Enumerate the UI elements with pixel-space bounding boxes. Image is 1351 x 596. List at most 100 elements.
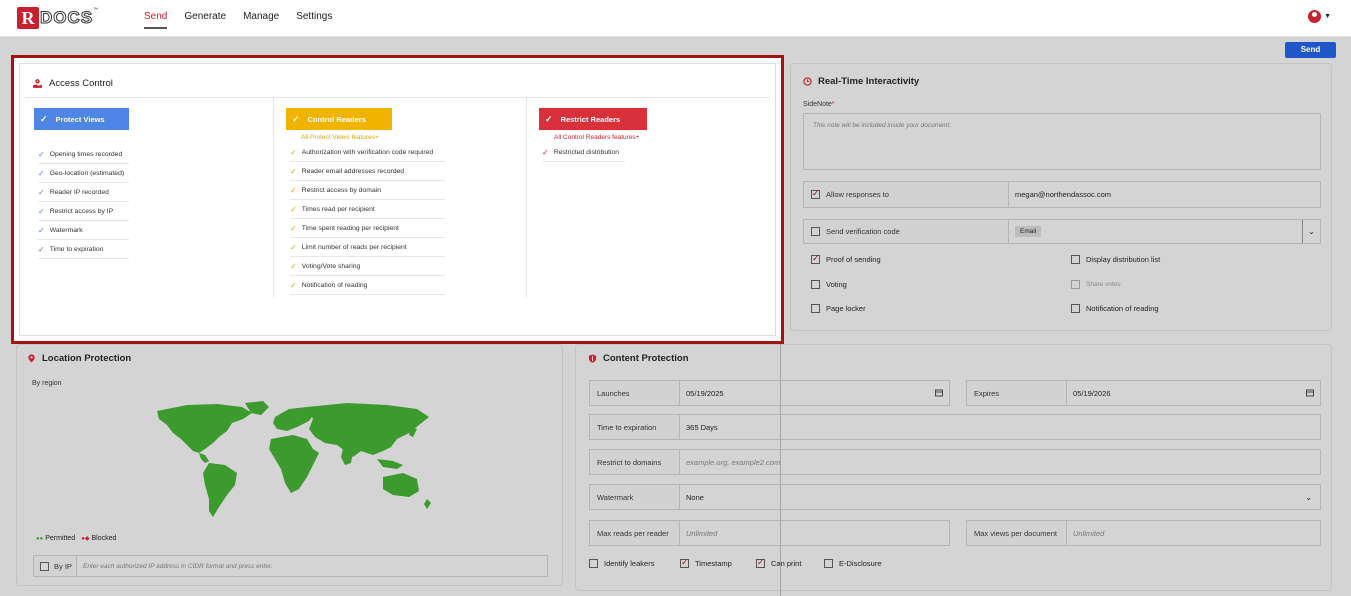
- south-america-region: [203, 463, 237, 517]
- sidenote-label: SideNote*: [803, 101, 835, 108]
- world-map[interactable]: [147, 399, 437, 527]
- tier-control-readers-label: Control Readers: [307, 114, 366, 124]
- tier-protect-views[interactable]: ✓ Protect Views: [34, 108, 129, 130]
- display-distribution-option[interactable]: Display distribution list: [1071, 255, 1160, 264]
- verification-label-cell: Send verification code: [804, 220, 1009, 243]
- notification-of-reading-checkbox[interactable]: [1071, 304, 1080, 313]
- feature-item: ✓ Geo-location (estimated): [38, 164, 129, 183]
- hand-key-icon: [33, 79, 42, 88]
- expires-label: Expires: [967, 381, 1067, 405]
- timestamp-option[interactable]: Timestamp: [680, 557, 732, 568]
- page-locker-option[interactable]: Page locker: [811, 304, 866, 313]
- proof-of-sending-option[interactable]: Proof of sending: [811, 253, 881, 264]
- max-reads-input[interactable]: Unlimited: [680, 521, 949, 545]
- feature-label: Opening times recorded: [49, 150, 123, 158]
- nav-manage[interactable]: Manage: [243, 11, 279, 29]
- tier-control-readers[interactable]: ✓ Control Readers: [286, 108, 392, 130]
- feature-label: Restrict access by domain: [301, 186, 382, 194]
- by-ip-checkbox[interactable]: [40, 561, 49, 571]
- nav-settings[interactable]: Settings: [296, 11, 332, 29]
- verification-checkbox[interactable]: [811, 227, 820, 236]
- voting-option[interactable]: Voting: [811, 280, 847, 289]
- notification-of-reading-option[interactable]: Notification of reading: [1071, 304, 1159, 313]
- feature-label: Notification of reading: [301, 281, 368, 289]
- rdocs-logo[interactable]: R DOCS ™: [17, 7, 98, 29]
- calendar-icon[interactable]: [935, 389, 943, 397]
- can-print-label: Can print: [771, 559, 802, 568]
- expires-input[interactable]: 05/19/2026: [1067, 381, 1320, 405]
- identify-leakers-checkbox[interactable]: [589, 559, 598, 568]
- nav-send[interactable]: Send: [144, 11, 168, 29]
- watermark-value: None: [686, 492, 704, 502]
- caret-down-icon: ▼: [1324, 13, 1331, 20]
- can-print-option[interactable]: Can print: [756, 557, 802, 568]
- watermark-field: Watermark None ⌄: [589, 484, 1321, 510]
- e-disclosure-option[interactable]: E-Disclosure: [824, 559, 882, 568]
- can-print-checkbox[interactable]: [756, 557, 765, 568]
- permitted-swatch-icon: ●●: [36, 535, 44, 542]
- watermark-select[interactable]: None ⌄: [680, 485, 1320, 509]
- by-region-label: By region: [32, 380, 62, 387]
- feature-item: ✓ Time spent reading per recipient: [290, 219, 445, 238]
- feature-item: ✓ Restrict access by domain: [290, 181, 445, 200]
- allow-responses-checkbox[interactable]: [811, 188, 820, 199]
- map-pin-icon: [28, 354, 35, 363]
- tier-control-readers-subtitle: All Protect Views features+: [301, 134, 379, 141]
- voting-label: Voting: [826, 280, 847, 289]
- feature-label: Time spent reading per recipient: [301, 224, 399, 232]
- send-button[interactable]: Send: [1285, 42, 1336, 58]
- allow-responses-input[interactable]: megan@northendassoc.com: [1009, 182, 1320, 207]
- max-views-input[interactable]: Unlimited: [1067, 521, 1320, 545]
- launches-label: Launches: [590, 381, 680, 405]
- verification-field: Send verification code Email ⌄: [803, 219, 1321, 244]
- feature-item: ✓ Times read per recipient: [290, 200, 445, 219]
- ip-input[interactable]: Enter each authorized IP address in CIDR…: [77, 556, 547, 576]
- feature-item: ✓ Restricted distribution: [542, 143, 625, 162]
- by-ip-label-cell: By IP: [34, 556, 77, 576]
- feature-item: ✓ Time to expiration: [38, 240, 129, 259]
- verification-method-select[interactable]: Email ⌄: [1009, 220, 1320, 243]
- time-to-expiration-input[interactable]: 365 Days: [680, 415, 1320, 439]
- location-title: Location Protection: [27, 353, 131, 364]
- southeast-asia-islands-region: [377, 459, 403, 469]
- check-icon: ✓: [38, 149, 45, 159]
- access-control-highlight: Access Control ✓ Protect Views ✓ Opening …: [11, 55, 784, 344]
- restrict-domains-label: Restrict to domains: [590, 450, 680, 474]
- tier-restrict-readers-label: Restrict Readers: [560, 114, 621, 124]
- access-control-title: Access Control: [32, 78, 113, 89]
- nav-generate[interactable]: Generate: [184, 11, 226, 29]
- page-locker-checkbox[interactable]: [811, 304, 820, 313]
- sidenote-textarea[interactable]: This note will be included inside your d…: [803, 113, 1321, 170]
- chevron-down-icon: ⌄: [1305, 492, 1312, 502]
- proof-of-sending-checkbox[interactable]: [811, 253, 820, 264]
- display-distribution-checkbox[interactable]: [1071, 255, 1080, 264]
- tier-restrict-readers[interactable]: ✓ Restrict Readers: [539, 108, 647, 130]
- feature-item: ✓ Reader IP recorded: [38, 183, 129, 202]
- e-disclosure-label: E-Disclosure: [839, 559, 882, 568]
- tier-protect-views-label: Protect Views: [55, 114, 105, 124]
- time-to-expiration-field: Time to expiration 365 Days: [589, 414, 1321, 440]
- calendar-icon[interactable]: [1306, 389, 1314, 397]
- launches-input[interactable]: 05/19/2025: [680, 381, 949, 405]
- e-disclosure-checkbox[interactable]: [824, 559, 833, 568]
- feature-label: Watermark: [49, 226, 83, 234]
- share-votes-option: Share votes: [1071, 280, 1121, 289]
- share-votes-checkbox: [1071, 280, 1080, 289]
- check-icon: ✓: [542, 147, 549, 157]
- timestamp-label: Timestamp: [695, 559, 732, 568]
- allow-responses-field: Allow responses to megan@northendassoc.c…: [803, 181, 1321, 208]
- identify-leakers-option[interactable]: Identify leakers: [589, 559, 654, 568]
- user-menu[interactable]: ▼: [1308, 10, 1331, 23]
- proof-of-sending-label: Proof of sending: [826, 255, 881, 264]
- watermark-label: Watermark: [590, 485, 680, 509]
- sidenote-placeholder: This note will be included inside your d…: [813, 122, 952, 129]
- voting-checkbox[interactable]: [811, 280, 820, 289]
- chevron-down-icon[interactable]: ⌄: [1302, 220, 1320, 243]
- restrict-domains-input[interactable]: example.org, example2.com: [680, 450, 1320, 474]
- timestamp-checkbox[interactable]: [680, 557, 689, 568]
- notification-of-reading-label: Notification of reading: [1086, 304, 1159, 313]
- realtime-panel: Real-Time Interactivity SideNote* This n…: [790, 63, 1332, 331]
- feature-item: ✓ Watermark: [38, 221, 129, 240]
- by-ip-field: By IP Enter each authorized IP address i…: [33, 555, 548, 577]
- time-to-expiration-label: Time to expiration: [590, 415, 680, 439]
